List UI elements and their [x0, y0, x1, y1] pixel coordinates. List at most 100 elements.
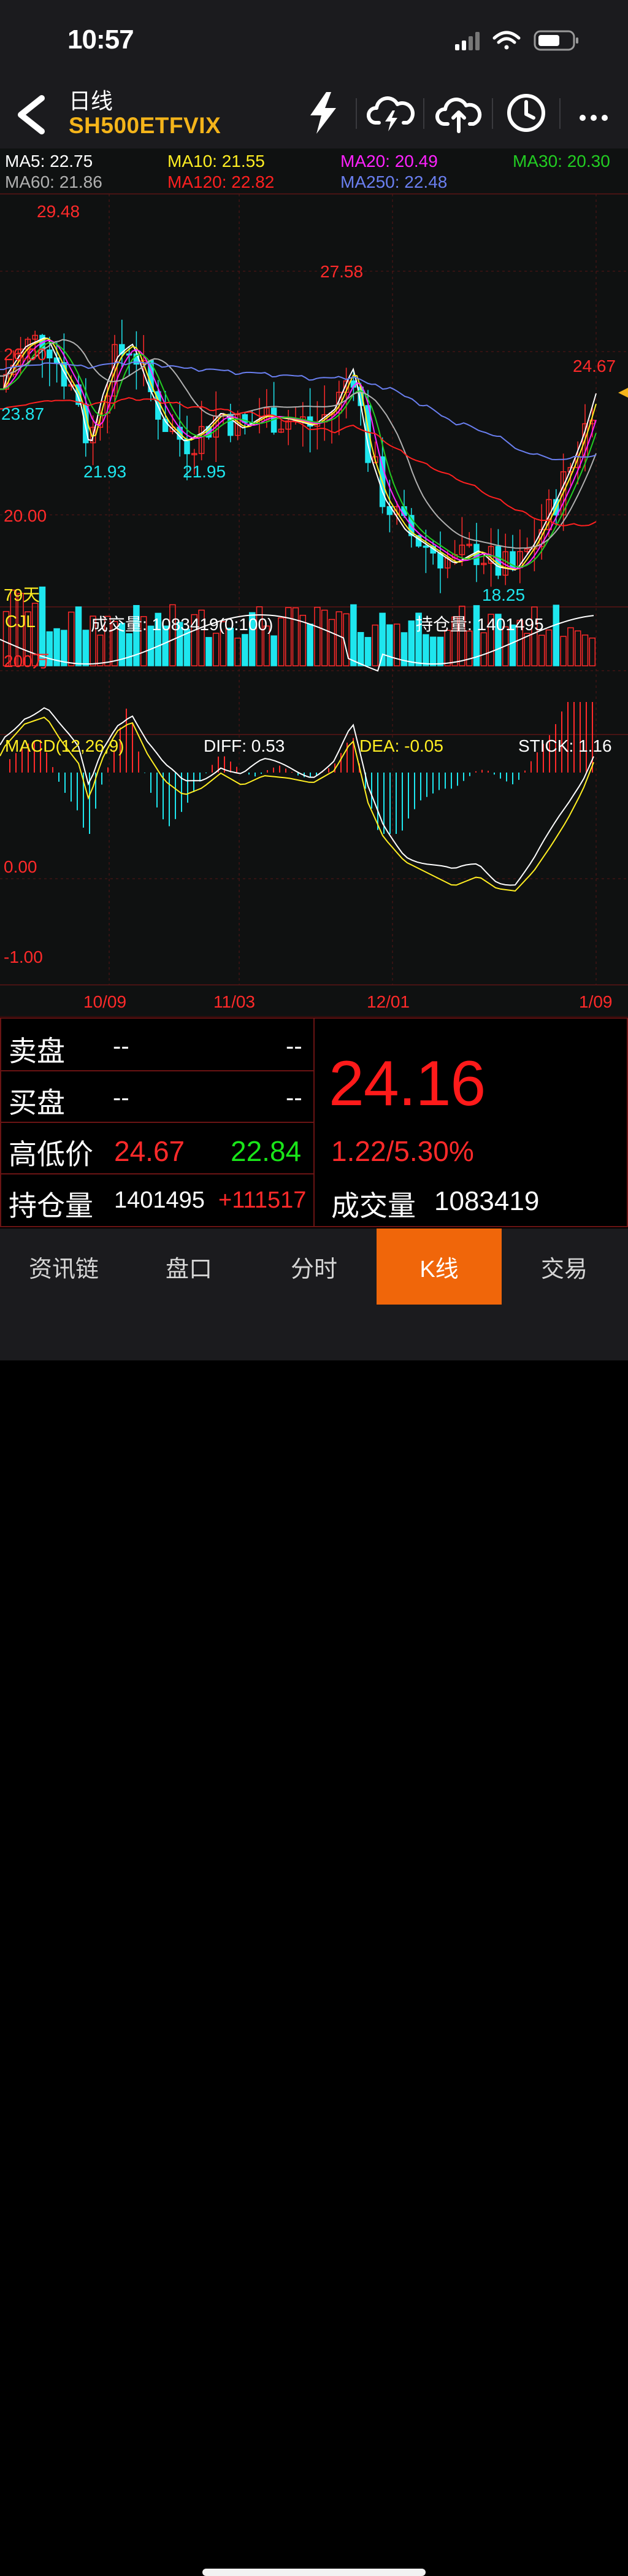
- lightning-icon[interactable]: [299, 88, 348, 137]
- price-annotation: 24.67: [573, 357, 616, 376]
- ma-legend-item: MA250: 22.48: [340, 172, 447, 191]
- divider: [356, 98, 357, 129]
- divider: [492, 98, 493, 129]
- volume-readout: 成交量: 1083419(0:100): [91, 615, 273, 634]
- volume-bar: [270, 635, 277, 666]
- quote-panel: 卖盘 -- -- 买盘 -- -- 高低价 24.67 22.84 持仓量 14…: [0, 1017, 628, 1228]
- volume-indicator-name: CJL: [5, 612, 36, 631]
- high-price: 24.67: [114, 1135, 185, 1167]
- volume-axis-label: 200万: [4, 652, 50, 671]
- clock-icon[interactable]: [502, 88, 551, 137]
- tab-order-book[interactable]: 盘口: [126, 1228, 251, 1305]
- chart-grid: [0, 193, 628, 1017]
- divider: [559, 98, 561, 129]
- status-time: 10:57: [67, 25, 134, 55]
- moving-average-line: [0, 339, 597, 549]
- macd-diff-readout: DIFF: 0.53: [204, 736, 285, 755]
- volume-bar: [169, 604, 176, 666]
- volume-bar: [350, 604, 357, 666]
- kline-chart[interactable]: MA5: 22.75 MA10: 21.55 MA20: 20.49 MA30:…: [0, 148, 628, 1017]
- macd-dea-readout: DEA: -0.05: [359, 736, 443, 755]
- period-label: 79天: [4, 585, 40, 604]
- macd-stick-readout: STICK: 1.16: [518, 736, 612, 755]
- volume-bar: [328, 619, 335, 666]
- price-annotation: 21.93: [83, 462, 126, 481]
- tab-kline[interactable]: K线: [377, 1228, 502, 1305]
- volume-bar: [372, 624, 379, 666]
- volume-bar: [97, 634, 104, 666]
- low-price: 22.84: [231, 1135, 302, 1167]
- home-indicator: [202, 2569, 426, 2576]
- volume-bar: [357, 631, 364, 666]
- wifi-icon: [492, 31, 521, 50]
- price-axis-label: 23.87: [1, 404, 44, 423]
- date-tick: 12/01: [367, 992, 410, 1011]
- volume-bar: [408, 620, 415, 666]
- tab-news-chain[interactable]: 资讯链: [1, 1228, 126, 1305]
- last-price: 24.16: [329, 1048, 486, 1119]
- volume-bar: [314, 606, 321, 666]
- macd-histogram: [0, 702, 594, 892]
- volume-bar: [307, 623, 313, 666]
- volume-bar: [364, 637, 372, 666]
- price-annotation: 29.48: [37, 202, 80, 221]
- nav-bar: 日线 SH500ETFVIX: [0, 80, 628, 148]
- moving-average-line: [0, 339, 597, 569]
- volume-bar: [524, 633, 530, 666]
- volume-bar: [205, 637, 212, 666]
- open-interest-label: 持仓量: [9, 1190, 93, 1222]
- moving-average-line: [0, 337, 597, 571]
- cloud-lightning-icon[interactable]: [367, 88, 416, 137]
- back-icon[interactable]: [12, 93, 49, 136]
- buy-label: 买盘: [9, 1087, 65, 1119]
- candle-body: [184, 439, 190, 455]
- volume-bar: [444, 630, 451, 666]
- volume-bar: [553, 604, 560, 666]
- date-tick: 11/03: [213, 992, 255, 1011]
- volume-bar: [61, 630, 67, 666]
- volume-bar: [574, 630, 581, 666]
- cellular-signal-icon: [455, 32, 480, 50]
- volume-bar: [335, 611, 343, 666]
- status-icons: [455, 30, 578, 51]
- candle-body: [423, 546, 429, 548]
- date-tick: 1/09: [579, 992, 613, 1011]
- open-interest-change: +111517: [218, 1187, 307, 1213]
- volume-bar: [75, 606, 82, 666]
- ma-legend-item: MA10: 21.55: [167, 152, 265, 171]
- volume-bar: [545, 629, 553, 666]
- open-interest-readout: 持仓量: 1401495: [416, 615, 544, 634]
- cloud-upload-icon[interactable]: [434, 88, 483, 137]
- volume-bar: [321, 609, 328, 666]
- sell-price: --: [113, 1033, 129, 1060]
- current-price-marker: [618, 388, 628, 398]
- volume-bar: [581, 634, 589, 666]
- tab-bar: 资讯链 盘口 分时 K线 交易: [0, 1228, 628, 2576]
- candle-body: [47, 349, 53, 359]
- sell-qty: --: [286, 1033, 302, 1060]
- buy-price: --: [113, 1084, 129, 1111]
- candlestick-series: [3, 320, 595, 593]
- open-interest-value: 1401495: [114, 1187, 205, 1213]
- price-axis-label: 20.00: [4, 506, 47, 525]
- volume-bar: [538, 634, 545, 666]
- tab-trade[interactable]: 交易: [502, 1228, 627, 1305]
- price-change: 1.22/5.30%: [331, 1135, 474, 1167]
- ma-legend-item: MA5: 22.75: [5, 152, 93, 171]
- more-icon[interactable]: [569, 88, 618, 137]
- volume-bar: [285, 607, 292, 666]
- symbol-code: SH500ETFVIX: [69, 113, 221, 138]
- volume-bar: [567, 627, 574, 666]
- volume-bar: [242, 634, 248, 666]
- price-annotation: 27.58: [320, 262, 363, 281]
- volume-label: 成交量: [331, 1190, 416, 1222]
- volume-bar: [465, 630, 473, 666]
- volume-bar: [292, 607, 299, 666]
- volume-bar: [480, 632, 488, 666]
- volume-bar: [437, 636, 444, 666]
- buy-qty: --: [286, 1084, 302, 1111]
- price-axis-label: 26.00: [4, 345, 47, 364]
- tab-intraday[interactable]: 分时: [251, 1228, 377, 1305]
- price-annotation: 21.95: [183, 462, 226, 481]
- ma-legend-item: MA20: 20.49: [340, 152, 438, 171]
